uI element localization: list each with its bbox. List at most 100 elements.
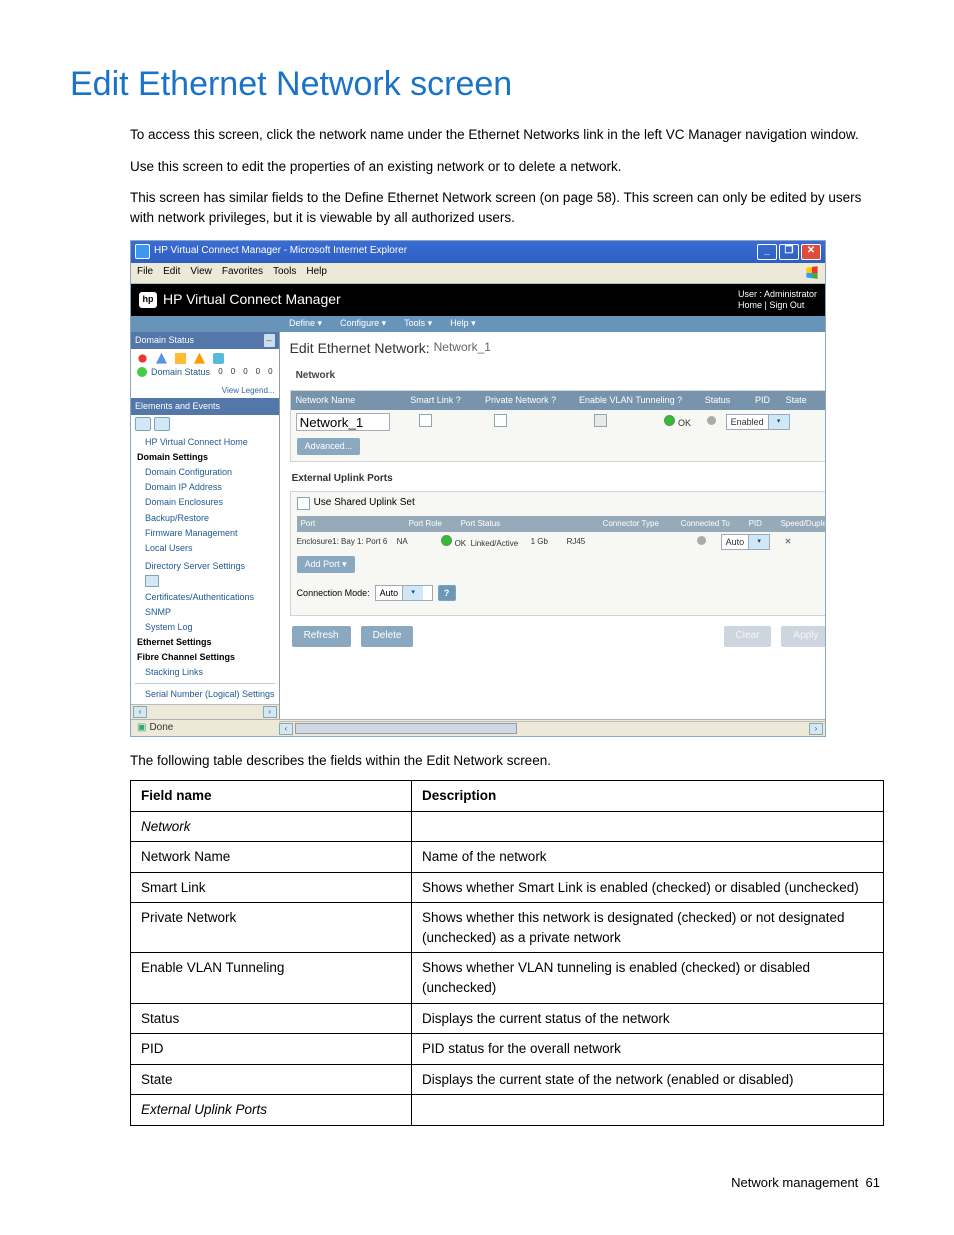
scroll-left-icon[interactable]: ‹ [133,706,147,718]
ie-logo-icon [135,244,150,259]
menu-help[interactable]: Help ▾ [450,317,476,330]
sidebar-section-elements: Elements and Events [131,398,279,415]
sidebar-section-domain-status: Domain Status – [131,332,279,349]
home-link[interactable]: Home [738,300,762,310]
add-port-button[interactable]: Add Port ▾ [297,556,355,573]
sidebar-item[interactable]: Domain Configuration [135,465,275,480]
smart-link-checkbox[interactable] [419,414,432,427]
table-row: Smart LinkShows whether Smart Link is en… [131,872,884,903]
page-done-icon: ▣ [137,721,146,736]
status-minor-icon [175,353,186,364]
content-hscroll[interactable]: ‹ › [279,721,825,736]
network-name-input[interactable] [296,413,390,431]
hp-logo-icon: hp [139,292,157,308]
private-network-checkbox[interactable] [494,414,507,427]
sidebar-item[interactable]: Stacking Links [135,665,275,680]
ie-menu-bar: File Edit View Favorites Tools Help [131,263,825,284]
sidebar-item[interactable]: Domain Enclosures [135,495,275,510]
speed-duplex-select[interactable]: Auto▾ [721,534,771,550]
sidebar-item[interactable]: Serial Number (Logical) Settings [135,687,275,702]
connection-mode-help-icon[interactable]: ? [438,585,456,601]
network-columns-header: Network Name Smart Link ? Private Networ… [291,391,826,410]
page-title: Edit Ethernet Network screen [70,60,884,109]
ie-menu-file[interactable]: File [137,265,153,280]
ie-menu-tools[interactable]: Tools [273,265,296,280]
sidebar-item[interactable]: Fibre Channel Settings [135,650,275,665]
view-legend-link[interactable]: View Legend... [135,385,275,397]
domain-status-link[interactable]: Domain Status [151,366,210,379]
sidebar-mini-icon-2[interactable] [154,417,170,431]
status-done-text: Done [149,721,173,736]
vlan-tunneling-checkbox[interactable] [594,414,607,427]
chevron-down-icon: ▾ [768,415,789,429]
port-columns-header: Port Port Role Port Status Connector Typ… [297,516,826,532]
table-row: Network [131,811,884,842]
windows-flag-icon [805,266,819,280]
table-row: StatusDisplays the current status of the… [131,1003,884,1034]
sidebar-item[interactable]: Backup/Restore [135,511,275,526]
ie-menu-help[interactable]: Help [306,265,327,280]
sign-out-link[interactable]: Sign Out [769,300,804,310]
chevron-down-icon: ▾ [748,535,769,549]
menu-define[interactable]: Define ▾ [289,317,322,330]
sidebar-item[interactable]: Certificates/Authentications [135,590,275,605]
close-button[interactable]: ✕ [801,244,821,260]
maximize-button[interactable]: ❐ [779,244,799,260]
table-row: Private NetworkShows whether this networ… [131,903,884,953]
sidebar-item[interactable]: Ethernet Settings [135,635,275,650]
table-row: Enable VLAN TunnelingShows whether VLAN … [131,953,884,1003]
scroll-right-icon[interactable]: › [809,723,823,735]
intro-paragraph-3: This screen has similar fields to the De… [70,188,884,227]
connection-mode-select[interactable]: Auto▾ [375,585,433,601]
intro-paragraph-1: To access this screen, click the network… [70,125,884,145]
minimize-button[interactable]: _ [757,244,777,260]
table-row: StateDisplays the current state of the n… [131,1064,884,1095]
app-header: hp HP Virtual Connect Manager User : Adm… [131,284,825,316]
ie-menu-edit[interactable]: Edit [163,265,180,280]
sidebar-tree: HP Virtual Connect HomeDomain SettingsDo… [131,433,279,703]
table-header-desc: Description [412,781,884,812]
table-row: External Uplink Ports [131,1095,884,1126]
state-select[interactable]: Enabled▾ [726,414,790,430]
status-ok-icon [137,367,147,377]
sidebar-item[interactable]: Domain IP Address [135,480,275,495]
sidebar-item[interactable]: Firmware Management [135,526,275,541]
table-intro: The following table describes the fields… [70,751,884,771]
net-status-ok-icon [664,415,675,426]
menu-configure[interactable]: Configure ▾ [340,317,386,330]
use-shared-uplink-checkbox[interactable] [297,497,310,510]
refresh-button[interactable]: Refresh [292,626,351,647]
sidebar-hscroll[interactable]: ‹ › [131,704,279,719]
delete-port-icon[interactable]: ✕ [785,537,792,546]
section-network-header: Network [290,366,826,387]
screenshot-ie-window: HP Virtual Connect Manager - Microsoft I… [130,240,826,737]
sidebar-item[interactable]: System Log [135,620,275,635]
content-pane: Edit Ethernet Network: Network_1 ▤ ? Net… [280,332,826,719]
section-uplink-header: External Uplink Ports [292,472,826,487]
scroll-left-icon[interactable]: ‹ [279,723,293,735]
table-row: PIDPID status for the overall network [131,1034,884,1065]
table-header-field: Field name [131,781,412,812]
menu-tools[interactable]: Tools ▾ [404,317,432,330]
advanced-button[interactable]: Advanced... [297,438,361,455]
ie-menu-view[interactable]: View [190,265,212,280]
status-unknown-icon [213,353,224,364]
app-title: HP Virtual Connect Manager [163,289,341,309]
sidebar-item[interactable]: HP Virtual Connect Home [135,435,275,450]
clear-button[interactable]: Clear [724,626,772,647]
ie-menu-favorites[interactable]: Favorites [222,265,263,280]
sidebar-item[interactable]: Domain Settings [135,450,275,465]
scroll-right-icon[interactable]: › [263,706,277,718]
current-network-name: Network_1 [434,339,491,356]
collapse-icon[interactable]: – [264,334,275,347]
sidebar-item[interactable]: Directory Server Settings [135,559,275,574]
sidebar-item[interactable]: Local Users [135,541,275,556]
apply-button[interactable]: Apply [781,626,826,647]
sidebar-mini-icon-1[interactable] [135,417,151,431]
port-status-ok-icon [441,535,452,546]
ie-window-title: HP Virtual Connect Manager - Microsoft I… [154,244,407,259]
status-info-icon [156,353,167,364]
intro-paragraph-2: Use this screen to edit the properties o… [70,157,884,177]
delete-button[interactable]: Delete [361,626,414,647]
sidebar-item[interactable]: SNMP [135,605,275,620]
